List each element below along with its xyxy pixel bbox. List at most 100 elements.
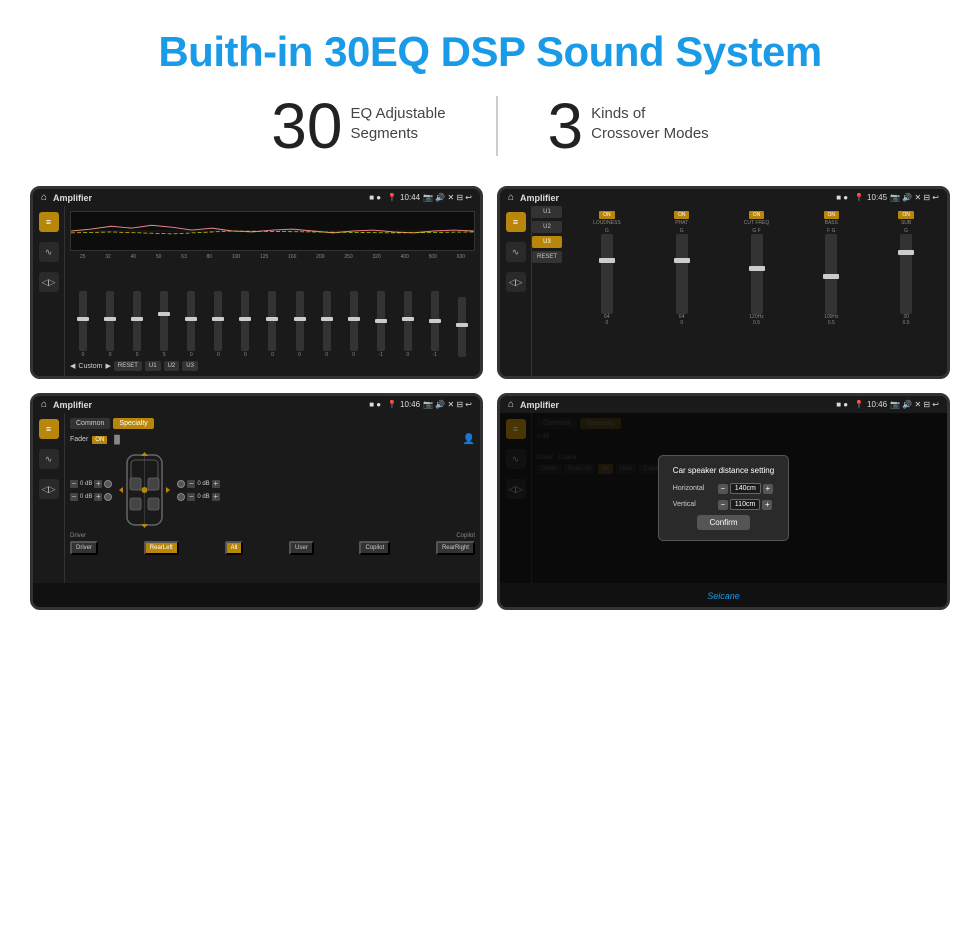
eq-record-icon: ■ ● [369, 193, 381, 202]
tab-common[interactable]: Common [70, 418, 110, 429]
crossover-cutfreq: ON CUT FREQ G F 120Hz 0.5 [721, 211, 793, 371]
right-front-minus[interactable]: − [187, 480, 195, 488]
crossover-cutfreq-slider[interactable] [751, 234, 763, 314]
crossover-sub-toggle[interactable]: ON [898, 211, 914, 219]
crossover-sub-label: SUB [901, 220, 911, 226]
specialty-sidebar-eq-icon[interactable]: ≡ [39, 419, 59, 439]
eq-title: Amplifier [53, 193, 363, 203]
fader-on-indicator: ON [92, 436, 107, 444]
eq-u1-button[interactable]: U1 [145, 361, 161, 371]
dialog-vertical-label: Vertical [673, 501, 713, 508]
crossover-sidebar-wave-icon[interactable]: ∿ [506, 242, 526, 262]
crossover-u3-button[interactable]: U3 [532, 236, 562, 248]
btn-copilot[interactable]: Copilot [359, 541, 390, 555]
label-copilot: Copilot [456, 533, 475, 539]
dialog-home-icon: ⌂ [508, 399, 514, 410]
dialog-title-bar: Amplifier [520, 400, 830, 410]
crossover-sidebar: ≡ ∿ ◁▷ [500, 206, 532, 376]
specialty-time: 10:46 [400, 400, 420, 409]
crossover-record: ■ ● [836, 193, 848, 202]
specialty-status-bar: ⌂ Amplifier ■ ● 📍 10:46 📷 🔊 ✕ ⊟ ↩ [33, 396, 480, 413]
crossover-u2-button[interactable]: U2 [532, 221, 562, 233]
eq-time: 10:44 [400, 193, 420, 202]
stat-eq-label: EQ AdjustableSegments [350, 104, 445, 145]
crossover-home-icon: ⌂ [508, 192, 514, 203]
crossover-reset-button[interactable]: RESET [532, 251, 562, 263]
crossover-bass: ON BASS F G 100Hz 0.5 [795, 211, 867, 371]
eq-main-area: 2532405063 80100125160200 25032040050063… [65, 206, 480, 376]
specialty-sidebar-wave-icon[interactable]: ∿ [39, 449, 59, 469]
dialog-vertical-value: 110cm [730, 499, 761, 510]
btn-rearleft[interactable]: RearLeft [144, 541, 179, 555]
specialty-content: ≡ ∿ ◁▷ Common Specialty Fader ON ▐▌ 👤 [33, 413, 480, 583]
watermark-bar: Seicane [500, 583, 947, 607]
eq-next-icon[interactable]: ▶ [106, 362, 111, 370]
fader-bars: ▐▌ [111, 435, 122, 444]
crossover-bass-toggle[interactable]: ON [824, 211, 840, 219]
crossover-u1-button[interactable]: U1 [532, 206, 562, 218]
dialog-vertical-minus[interactable]: − [718, 500, 728, 510]
crossover-sub-slider[interactable] [900, 234, 912, 314]
left-rear-minus[interactable]: − [70, 493, 78, 501]
eq-content: ≡ ∿ ◁▷ 2532405063 80100125160200 2503204… [33, 206, 480, 376]
dialog-record: ■ ● [836, 400, 848, 409]
eq-status-bar: ⌂ Amplifier ■ ● 📍 10:44 📷 🔊 ✕ ⊟ ↩ [33, 189, 480, 206]
right-rear-plus[interactable]: + [212, 493, 220, 501]
crossover-sidebar-eq-icon[interactable]: ≡ [506, 212, 526, 232]
specialty-bottom-labels: Driver Copilot [70, 533, 475, 539]
tab-specialty[interactable]: Specialty [113, 418, 153, 429]
specialty-home-icon: ⌂ [41, 399, 47, 410]
crossover-loudness-slider[interactable] [601, 234, 613, 314]
crossover-phat-toggle[interactable]: ON [674, 211, 690, 219]
stat-crossover-number: 3 [548, 94, 584, 158]
dialog-horizontal-minus[interactable]: − [718, 484, 728, 494]
eq-sidebar-eq-icon[interactable]: ≡ [39, 212, 59, 232]
crossover-sidebar-speaker-icon[interactable]: ◁▷ [506, 272, 526, 292]
crossover-screen: ⌂ Amplifier ■ ● 📍 10:45 📷 🔊 ✕ ⊟ ↩ ≡ ∿ ◁▷… [497, 186, 950, 379]
eq-u2-button[interactable]: U2 [164, 361, 180, 371]
eq-u3-button[interactable]: U3 [182, 361, 198, 371]
right-rear-minus[interactable]: − [187, 493, 195, 501]
specialty-sidebar-speaker-icon[interactable]: ◁▷ [39, 479, 59, 499]
eq-reset-button[interactable]: RESET [114, 361, 142, 371]
crossover-status-bar: ⌂ Amplifier ■ ● 📍 10:45 📷 🔊 ✕ ⊟ ↩ [500, 189, 947, 206]
eq-sidebar-speaker-icon[interactable]: ◁▷ [39, 272, 59, 292]
dialog-vertical-plus[interactable]: + [762, 500, 772, 510]
eq-custom-label: Custom [78, 363, 102, 370]
left-rear-plus[interactable]: + [94, 493, 102, 501]
btn-driver[interactable]: Driver [70, 541, 98, 555]
btn-user[interactable]: User [289, 541, 314, 555]
btn-rearright[interactable]: RearRight [436, 541, 475, 555]
left-front-db-control: − 0 dB + [70, 480, 112, 488]
dialog-horizontal-plus[interactable]: + [763, 484, 773, 494]
dialog-time: 10:46 [867, 400, 887, 409]
btn-all[interactable]: All [225, 541, 244, 555]
crossover-content: ≡ ∿ ◁▷ U1 U2 U3 RESET ON LOUDNESS G [500, 206, 947, 376]
specialty-screen: ⌂ Amplifier ■ ● 📍 10:46 📷 🔊 ✕ ⊟ ↩ ≡ ∿ ◁▷… [30, 393, 483, 610]
dialog-vertical-row: Vertical − 110cm + [673, 499, 774, 510]
crossover-title: Amplifier [520, 193, 830, 203]
crossover-bass-slider[interactable] [825, 234, 837, 314]
eq-screen: ⌂ Amplifier ■ ● 📍 10:44 📷 🔊 ✕ ⊟ ↩ ≡ ∿ ◁▷ [30, 186, 483, 379]
left-front-plus[interactable]: + [94, 480, 102, 488]
left-front-minus[interactable]: − [70, 480, 78, 488]
eq-sidebar: ≡ ∿ ◁▷ [33, 206, 65, 376]
crossover-phat-slider[interactable] [676, 234, 688, 314]
right-front-plus[interactable]: + [212, 480, 220, 488]
eq-prev-icon[interactable]: ◀ [70, 362, 75, 370]
confirm-button[interactable]: Confirm [697, 515, 749, 530]
left-front-speaker-dot [104, 480, 112, 488]
label-driver: Driver [70, 533, 86, 539]
specialty-record: ■ ● [369, 400, 381, 409]
left-rear-db-control: − 0 dB + [70, 493, 112, 501]
stat-eq-number: 30 [271, 94, 342, 158]
eq-sidebar-wave-icon[interactable]: ∿ [39, 242, 59, 262]
stat-eq: 30 EQ AdjustableSegments [271, 94, 445, 158]
dialog-status-bar: ⌂ Amplifier ■ ● 📍 10:46 📷 🔊 ✕ ⊟ ↩ [500, 396, 947, 413]
stat-crossover-label: Kinds ofCrossover Modes [591, 104, 709, 145]
specialty-tabs: Common Specialty [70, 418, 475, 429]
crossover-channels: ON LOUDNESS G 64 0 ON PHAT G 64 [566, 206, 947, 376]
crossover-cutfreq-toggle[interactable]: ON [749, 211, 765, 219]
crossover-loudness-toggle[interactable]: ON [599, 211, 615, 219]
crossover-loudness-label: LOUDNESS [593, 220, 621, 226]
